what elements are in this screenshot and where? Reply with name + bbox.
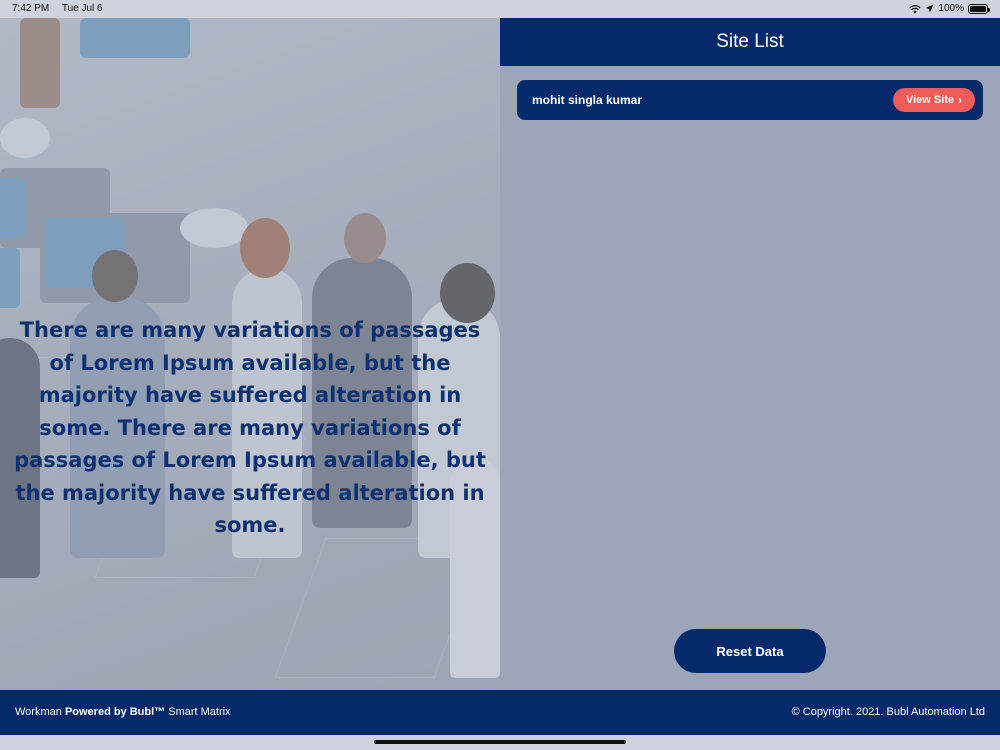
footer-powered-by: Powered by Bubl™ (64, 706, 166, 718)
status-time: 7:42 PM (12, 3, 50, 14)
site-name: mohit singla kumar (532, 93, 643, 107)
footer: Workman Powered by Bubl™ Smart Matrix © … (0, 690, 1000, 735)
location-icon (925, 4, 934, 13)
home-strip (0, 735, 1000, 750)
footer-copyright: © Copyright. 2021. Bubl Automation Ltd (791, 706, 985, 718)
home-indicator[interactable] (374, 740, 626, 744)
footer-branding: Workman Powered by Bubl™ Smart Matrix (15, 706, 231, 718)
site-card: mohit singla kumar View Site › (517, 80, 983, 120)
footer-product: Smart Matrix (168, 706, 231, 718)
site-list-panel: Site List mohit singla kumar View Site ›… (500, 18, 1000, 690)
battery-percent: 100% (938, 3, 964, 14)
view-site-label: View Site (905, 94, 955, 106)
battery-icon (968, 3, 990, 14)
reset-data-button[interactable]: Reset Data (674, 629, 826, 673)
hero-image: There are many variations of passages of… (0, 18, 500, 690)
page-title: Site List (716, 31, 784, 52)
status-right: 100% (909, 3, 990, 14)
hero-text: There are many variations of passages of… (14, 318, 486, 537)
wifi-icon (909, 4, 922, 13)
footer-brand: Workman (15, 706, 62, 718)
status-left: 7:42 PM Tue Jul 6 (12, 3, 113, 14)
status-date: Tue Jul 6 (61, 3, 103, 14)
chevron-right-icon: › (958, 93, 963, 107)
panel-header: Site List (500, 18, 1000, 66)
view-site-button[interactable]: View Site › (893, 88, 975, 112)
status-bar: 7:42 PM Tue Jul 6 100% (0, 0, 1000, 18)
